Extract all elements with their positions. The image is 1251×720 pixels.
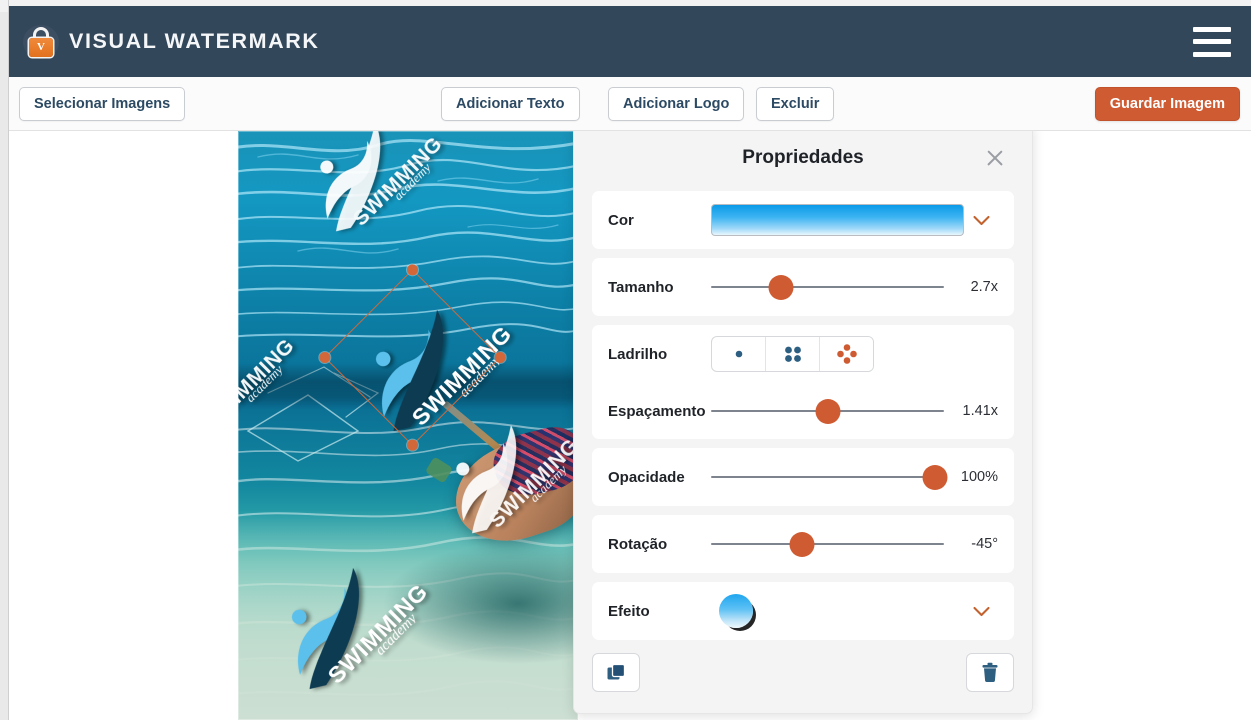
rotation-slider[interactable] bbox=[711, 529, 944, 559]
app-window: V VISUAL WATERMARK Selecionar Imagens Ad… bbox=[0, 0, 1251, 720]
duplicate-button[interactable] bbox=[592, 653, 640, 692]
opacity-value: 100% bbox=[960, 469, 998, 485]
tile-grid-button[interactable] bbox=[766, 337, 820, 371]
image-canvas[interactable]: SWIMMING academy SWI bbox=[238, 131, 578, 720]
properties-panel: Propriedades Cor Tamanho 2.7x Ladrilho E… bbox=[573, 131, 1033, 714]
brand[interactable]: V VISUAL WATERMARK bbox=[23, 24, 320, 59]
chevron-down-icon[interactable] bbox=[964, 215, 998, 226]
size-card: Tamanho 2.7x bbox=[592, 258, 1014, 316]
window-left-edge-top bbox=[0, 0, 8, 12]
size-label: Tamanho bbox=[608, 278, 674, 296]
size-value: 2.7x bbox=[970, 279, 998, 295]
select-images-button[interactable]: Selecionar Imagens bbox=[19, 86, 186, 121]
logo-letter: V bbox=[37, 40, 45, 53]
tile-card: Ladrilho Espaçamento 1.41x bbox=[592, 325, 1014, 439]
effect-card: Efeito bbox=[592, 582, 1014, 640]
add-logo-button[interactable]: Adicionar Logo bbox=[608, 86, 745, 121]
tile-mode-group[interactable] bbox=[711, 336, 874, 372]
rotation-value: -45° bbox=[971, 536, 998, 552]
rotation-label: Rotação bbox=[608, 535, 668, 553]
save-image-button[interactable]: Guardar Imagem bbox=[1094, 86, 1240, 121]
size-slider-knob[interactable] bbox=[768, 274, 794, 300]
delete-button[interactable] bbox=[966, 653, 1014, 692]
brand-name: VISUAL WATERMARK bbox=[69, 29, 320, 53]
duplicate-icon bbox=[607, 663, 625, 680]
panel-actions bbox=[592, 653, 1014, 692]
spacing-slider[interactable] bbox=[711, 396, 944, 426]
spacing-value: 1.41x bbox=[962, 403, 998, 419]
opacity-slider-knob[interactable] bbox=[922, 464, 948, 490]
close-icon[interactable] bbox=[980, 143, 1010, 173]
tile-diamond-button[interactable] bbox=[820, 337, 873, 371]
canvas-left-gutter bbox=[8, 131, 238, 720]
color-card: Cor bbox=[592, 191, 1014, 249]
effect-preview-sphere[interactable] bbox=[719, 594, 753, 628]
canvas-right-gutter bbox=[1033, 131, 1251, 720]
color-label: Cor bbox=[608, 211, 634, 229]
color-swatch[interactable] bbox=[711, 204, 964, 236]
lock-icon: V bbox=[23, 24, 59, 59]
opacity-card: Opacidade 100% bbox=[592, 448, 1014, 506]
tile-label: Ladrilho bbox=[608, 345, 668, 363]
spacing-label: Espaçamento bbox=[608, 402, 706, 420]
panel-title: Propriedades bbox=[742, 147, 864, 168]
size-slider[interactable] bbox=[711, 272, 944, 302]
properties-panel-header: Propriedades bbox=[592, 131, 1014, 191]
work-area: SWIMMING academy SWI bbox=[8, 131, 1251, 720]
rotation-slider-knob[interactable] bbox=[789, 531, 815, 557]
app-header: V VISUAL WATERMARK bbox=[8, 6, 1251, 77]
add-text-button[interactable]: Adicionar Texto bbox=[441, 86, 580, 121]
toolbar: Selecionar Imagens Adicionar Texto Adici… bbox=[8, 77, 1251, 131]
spacing-slider-knob[interactable] bbox=[815, 398, 840, 424]
tile-single-button[interactable] bbox=[712, 337, 766, 371]
window-left-edge bbox=[0, 0, 9, 720]
opacity-label: Opacidade bbox=[608, 468, 685, 486]
swimmer-floor-shadow bbox=[378, 541, 578, 666]
chevron-down-icon[interactable] bbox=[964, 606, 998, 617]
effect-label: Efeito bbox=[608, 602, 650, 620]
hamburger-menu-icon[interactable] bbox=[1193, 26, 1231, 57]
delete-button[interactable]: Excluir bbox=[756, 86, 835, 121]
rotation-card: Rotação -45° bbox=[592, 515, 1014, 573]
trash-icon bbox=[982, 662, 998, 683]
opacity-slider[interactable] bbox=[711, 462, 948, 492]
